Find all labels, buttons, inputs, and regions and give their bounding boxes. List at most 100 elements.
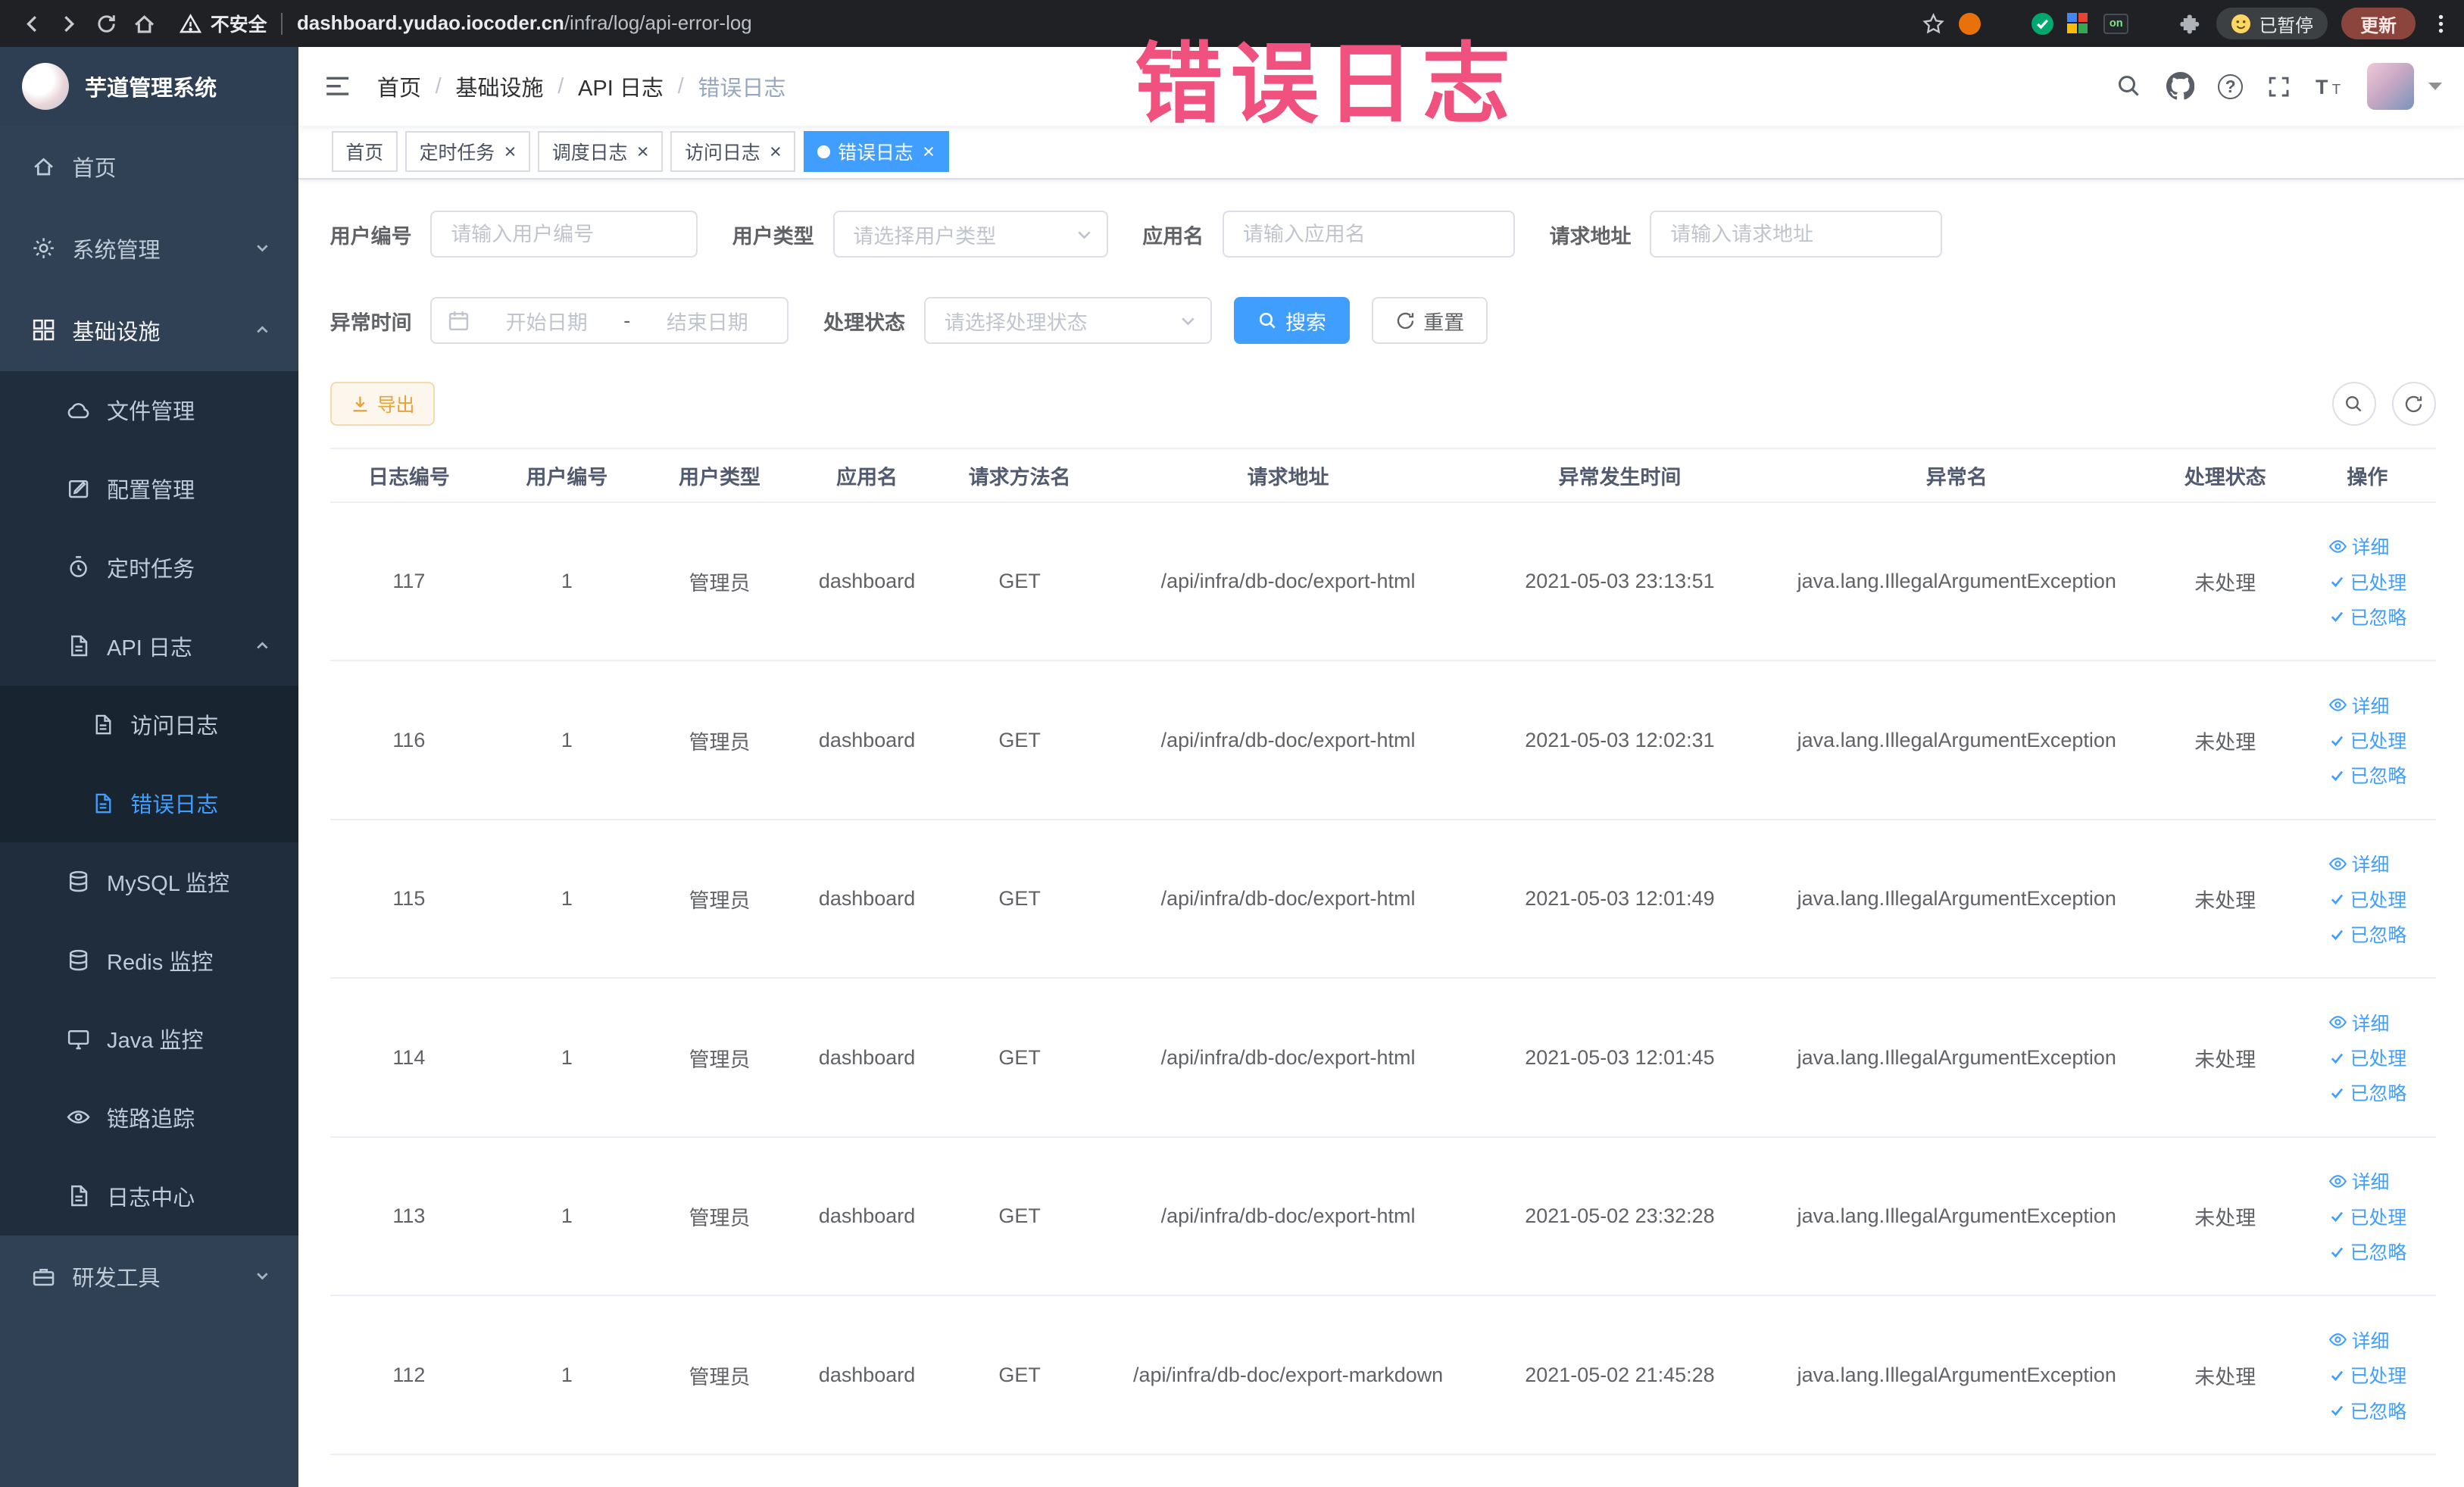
close-icon[interactable] [923,142,935,162]
ignored-link[interactable]: 已忽略 [2328,1079,2406,1106]
detail-link[interactable]: 详细 [2328,1167,2389,1195]
tab-job-log[interactable]: 调度日志 [538,131,664,173]
paused-pill[interactable]: 已暂停 [2216,8,2328,39]
refresh-icon[interactable] [2391,382,2436,426]
address-bar[interactable]: 不安全 dashboard.yudao.iocoder.cn/infra/log… [179,10,1921,37]
processed-link[interactable]: 已处理 [2328,886,2406,913]
processed-link[interactable]: 已处理 [2328,1361,2406,1389]
kebab-menu-icon[interactable] [2430,13,2452,35]
home-icon[interactable] [126,5,164,42]
detail-link[interactable]: 详细 [2328,850,2389,877]
extension-green-check-icon[interactable] [2031,12,2053,35]
font-size-icon[interactable]: TT [2316,74,2344,99]
detail-link[interactable]: 详细 [2328,533,2389,560]
reload-icon[interactable] [88,5,126,42]
sidebar-item-label: 文件管理 [107,400,195,425]
ignored-link[interactable]: 已忽略 [2328,603,2406,630]
tab-job[interactable]: 定时任务 [405,131,530,173]
export-button-label: 导出 [376,395,415,417]
close-icon[interactable] [770,142,782,162]
sidebar-item-access-log[interactable]: 访问日志 [0,686,298,764]
sidebar-item-java[interactable]: Java 监控 [0,999,298,1078]
hamburger-icon[interactable] [298,47,377,126]
extension-leaf-icon[interactable] [2143,13,2165,35]
browser-toolbar: 不安全 dashboard.yudao.iocoder.cn/infra/log… [0,0,2464,48]
detail-link[interactable]: 详细 [2328,1326,2389,1354]
process-status-select[interactable]: 请选择处理状态 [923,297,1212,345]
request-url-input[interactable] [1650,210,1943,258]
detail-link[interactable]: 详细 [2328,692,2389,719]
update-button[interactable]: 更新 [2341,8,2416,39]
search-icon[interactable] [2116,73,2142,99]
user-id-input[interactable] [430,210,698,258]
tab-home[interactable]: 首页 [331,131,398,173]
cell-method: GET [940,1136,1099,1297]
sidebar-item-job[interactable]: 定时任务 [0,528,298,607]
breadcrumb-home[interactable]: 首页 [377,70,421,102]
extension-orange-icon[interactable] [1959,12,1982,35]
cell-user-type: 管理员 [645,978,794,1138]
ignored-link[interactable]: 已忽略 [2328,1397,2406,1424]
grid-icon [31,317,56,342]
cell-method: GET [940,1295,1099,1455]
breadcrumb-current: 错误日志 [698,77,786,102]
sidebar-item-infra[interactable]: 基础设施 [0,289,298,371]
sidebar-item-config[interactable]: 配置管理 [0,449,298,528]
eye-icon [2328,1013,2347,1032]
processed-link[interactable]: 已处理 [2328,726,2406,754]
extension-grid-icon[interactable] [2067,12,2089,35]
check-icon [2328,890,2346,908]
sidebar-item-file[interactable]: 文件管理 [0,371,298,450]
gear-icon [31,236,56,261]
processed-link[interactable]: 已处理 [2328,1203,2406,1230]
breadcrumb-infra[interactable]: 基础设施 [455,70,543,102]
reset-button[interactable]: 重置 [1371,297,1488,345]
question-icon[interactable] [2218,73,2244,99]
ignored-link[interactable]: 已忽略 [2328,761,2406,789]
user-avatar[interactable] [2367,62,2415,111]
cell-status: 未处理 [2151,661,2300,820]
tab-error-log[interactable]: 错误日志 [803,131,949,173]
detail-link[interactable]: 详细 [2328,1009,2389,1036]
security-chip[interactable]: 不安全 [179,10,267,37]
processed-link[interactable]: 已处理 [2328,568,2406,595]
extension-drop-icon[interactable] [1995,13,2017,35]
date-range-picker[interactable]: 开始日期 - 结束日期 [430,297,789,345]
sidebar-item-dev-tools[interactable]: 研发工具 [0,1236,298,1317]
sidebar-item-trace[interactable]: 链路追踪 [0,1078,298,1157]
sidebar-item-redis[interactable]: Redis 监控 [0,921,298,1000]
sidebar-item-log-center[interactable]: 日志中心 [0,1157,298,1236]
avatar-caret-icon[interactable] [2428,83,2443,90]
export-button[interactable]: 导出 [329,382,436,426]
app-name-input[interactable] [1223,210,1515,258]
search-button[interactable]: 搜索 [1233,297,1350,345]
eye-icon [2328,854,2347,873]
sidebar-item-error-log[interactable]: 错误日志 [0,764,298,842]
col-request-url: 请求地址 [1098,448,1478,503]
sidebar-item-mysql[interactable]: MySQL 监控 [0,842,298,921]
ignored-link[interactable]: 已忽略 [2328,920,2406,948]
github-icon[interactable] [2166,72,2195,100]
cell-status: 未处理 [2151,819,2300,979]
ignored-link[interactable]: 已忽略 [2328,1238,2406,1265]
search-toggle-icon[interactable] [2331,382,2376,426]
navbar-tools: TT [2116,62,2443,111]
bookmark-star-icon[interactable] [1922,12,1945,36]
forward-icon[interactable] [50,5,88,42]
tab-access-log[interactable]: 访问日志 [670,131,796,173]
sidebar-item-api-log[interactable]: API 日志 [0,607,298,686]
sidebar-logo[interactable]: 芋道管理系统 [0,47,299,126]
sidebar-item-system[interactable]: 系统管理 [0,208,298,289]
close-icon[interactable] [504,142,517,162]
back-icon[interactable] [13,5,51,42]
col-status: 处理状态 [2151,448,2300,503]
extension-on-badge[interactable]: on [2103,13,2129,34]
puzzle-extensions-icon[interactable] [2179,12,2203,36]
sidebar-item-home[interactable]: 首页 [0,126,298,208]
processed-link[interactable]: 已处理 [2328,1044,2406,1071]
col-user-type: 用户类型 [645,448,794,503]
fullscreen-icon[interactable] [2266,74,2291,99]
breadcrumb-api-log[interactable]: API 日志 [578,70,664,102]
user-type-select[interactable]: 请选择用户类型 [832,210,1108,258]
close-icon[interactable] [637,142,649,162]
